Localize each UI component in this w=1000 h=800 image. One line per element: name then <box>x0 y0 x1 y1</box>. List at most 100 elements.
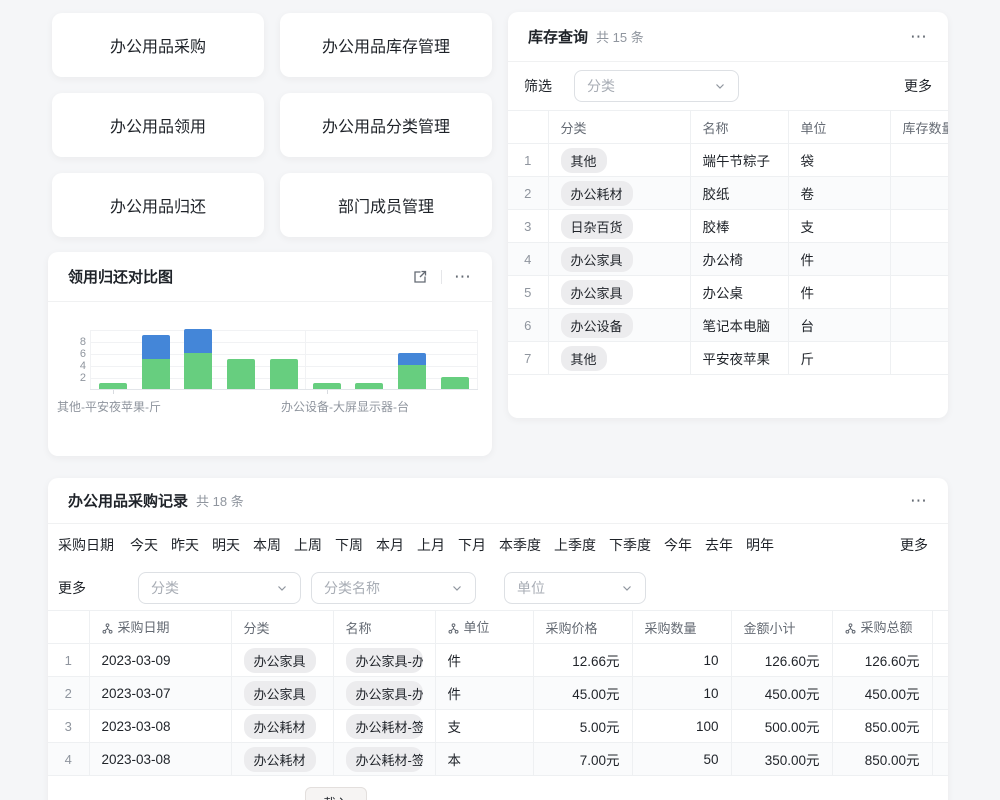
date-option-tomorrow[interactable]: 明天 <box>212 535 240 555</box>
col-price[interactable]: 采购价格 <box>533 611 632 644</box>
date-option-next-quarter[interactable]: 下季度 <box>609 535 651 555</box>
header-divider <box>441 270 442 284</box>
category-tag: 办公家具 <box>244 648 316 673</box>
inventory-table-wrap: 分类 名称 单位 库存数量 1 其他 端午节粽子 袋 2 <box>508 110 948 375</box>
date-option-today[interactable]: 今天 <box>130 535 158 555</box>
table-row[interactable]: 1 其他 端午节粽子 袋 <box>508 144 948 177</box>
date-option-this-year[interactable]: 今年 <box>664 535 692 555</box>
date-more-link[interactable]: 更多 <box>900 535 928 555</box>
bar-chart: 2468 其他-平安夜苹果-斤 办公设备-大屏显示器-台 <box>48 302 492 455</box>
chart-title: 领用归还对比图 <box>68 266 173 287</box>
cell-filler <box>932 677 948 710</box>
cell-unit: 袋 <box>788 144 890 177</box>
bar-segment-green <box>142 359 170 389</box>
table-row[interactable]: 5 办公家具 办公桌 件 <box>508 276 948 309</box>
table-row[interactable]: 4 2023-03-08 办公耗材 办公耗材-签 本 7.00元 50 350.… <box>48 743 948 776</box>
y-axis-tick-label: 4 <box>56 359 86 373</box>
nav-button-inventory[interactable]: 办公用品库存管理 <box>280 13 492 77</box>
date-option-yesterday[interactable]: 昨天 <box>171 535 199 555</box>
date-option-next-year[interactable]: 明年 <box>746 535 774 555</box>
row-index: 4 <box>48 743 89 776</box>
y-axis-tick-label: 8 <box>56 335 86 349</box>
col-unit[interactable]: 单位 <box>435 611 533 644</box>
cell-stock <box>890 243 948 276</box>
nav-button-return[interactable]: 办公用品归还 <box>52 173 264 237</box>
col-name[interactable]: 名称 <box>333 611 435 644</box>
date-option-this-week[interactable]: 本周 <box>253 535 281 555</box>
cell-total: 126.60元 <box>832 644 932 677</box>
col-subtotal[interactable]: 金额小计 <box>731 611 832 644</box>
cell-total: 450.00元 <box>832 677 932 710</box>
inventory-more-link[interactable]: 更多 <box>904 76 932 96</box>
category-tag: 办公家具 <box>244 681 316 706</box>
nav-button-members[interactable]: 部门成员管理 <box>280 173 492 237</box>
cell-name: 办公家具-办 <box>333 677 435 710</box>
category-tag: 办公家具 <box>561 280 633 305</box>
cell-subtotal: 450.00元 <box>731 677 832 710</box>
category-name-select[interactable]: 分类名称 <box>311 572 476 604</box>
col-category[interactable]: 分类 <box>548 111 690 144</box>
col-total[interactable]: 采购总额 <box>832 611 932 644</box>
cell-qty: 10 <box>632 677 731 710</box>
date-option-last-quarter[interactable]: 上季度 <box>554 535 596 555</box>
table-row[interactable]: 2 办公耗材 胶纸 卷 <box>508 177 948 210</box>
chevron-down-icon <box>451 582 463 594</box>
load-more-button[interactable]: 载入 <box>305 787 367 800</box>
table-row[interactable]: 4 办公家具 办公椅 件 <box>508 243 948 276</box>
name-tag: 办公家具-办 <box>346 681 423 706</box>
name-tag: 办公家具-办 <box>346 648 423 673</box>
category-tag: 办公耗材 <box>244 747 316 772</box>
name-tag: 办公耗材-签 <box>346 747 423 772</box>
col-category[interactable]: 分类 <box>231 611 333 644</box>
cell-category: 办公家具 <box>231 677 333 710</box>
date-option-this-quarter[interactable]: 本季度 <box>499 535 541 555</box>
row-index: 1 <box>48 644 89 677</box>
row-index: 3 <box>508 210 548 243</box>
nav-button-purchase[interactable]: 办公用品采购 <box>52 13 264 77</box>
row-index: 2 <box>508 177 548 210</box>
table-row[interactable]: 1 2023-03-09 办公家具 办公家具-办 件 12.66元 10 126… <box>48 644 948 677</box>
bar-segment-green <box>270 359 298 389</box>
more-menu-icon[interactable]: ⋯ <box>910 492 928 509</box>
gridline-vertical <box>477 330 478 389</box>
more-filters-label[interactable]: 更多 <box>58 578 86 598</box>
inventory-category-select[interactable]: 分类 <box>574 70 739 102</box>
col-stock[interactable]: 库存数量 <box>890 111 948 144</box>
nav-button-category[interactable]: 办公用品分类管理 <box>280 93 492 157</box>
date-option-this-month[interactable]: 本月 <box>376 535 404 555</box>
row-index: 4 <box>508 243 548 276</box>
more-menu-icon[interactable]: ⋯ <box>910 28 928 45</box>
table-row[interactable]: 3 2023-03-08 办公耗材 办公耗材-签 支 5.00元 100 500… <box>48 710 948 743</box>
table-row[interactable]: 3 日杂百货 胶棒 支 <box>508 210 948 243</box>
cell-name: 办公耗材-签 <box>333 710 435 743</box>
col-date[interactable]: 采购日期 <box>89 611 231 644</box>
date-option-last-year[interactable]: 去年 <box>705 535 733 555</box>
select-placeholder: 单位 <box>517 578 545 598</box>
more-menu-icon[interactable]: ⋯ <box>454 268 472 285</box>
row-index: 3 <box>48 710 89 743</box>
date-option-last-month[interactable]: 上月 <box>417 535 445 555</box>
chart-panel-header: 领用归还对比图 ⋯ <box>48 252 492 302</box>
table-row[interactable]: 2 2023-03-07 办公家具 办公家具-办 件 45.00元 10 450… <box>48 677 948 710</box>
col-unit[interactable]: 单位 <box>788 111 890 144</box>
col-qty[interactable]: 采购数量 <box>632 611 731 644</box>
inventory-panel-header: 库存查询 共 15 条 ⋯ <box>508 12 948 62</box>
cell-unit: 本 <box>435 743 533 776</box>
date-option-next-month[interactable]: 下月 <box>458 535 486 555</box>
category-select[interactable]: 分类 <box>138 572 301 604</box>
inventory-header-row: 分类 名称 单位 库存数量 <box>508 111 948 144</box>
nav-button-requisition[interactable]: 办公用品领用 <box>52 93 264 157</box>
cell-stock <box>890 144 948 177</box>
col-name[interactable]: 名称 <box>690 111 788 144</box>
date-option-next-week[interactable]: 下周 <box>335 535 363 555</box>
inventory-filter-row: 筛选 分类 更多 <box>508 62 948 110</box>
inventory-title: 库存查询 <box>528 26 588 47</box>
cell-name: 胶纸 <box>690 177 788 210</box>
date-option-last-week[interactable]: 上周 <box>294 535 322 555</box>
export-icon[interactable] <box>411 268 429 286</box>
chevron-down-icon <box>714 80 726 92</box>
unit-select[interactable]: 单位 <box>504 572 646 604</box>
inventory-panel: 库存查询 共 15 条 ⋯ 筛选 分类 更多 分类 名称 <box>508 12 948 418</box>
table-row[interactable]: 6 办公设备 笔记本电脑 台 <box>508 309 948 342</box>
table-row[interactable]: 7 其他 平安夜苹果 斤 <box>508 342 948 375</box>
